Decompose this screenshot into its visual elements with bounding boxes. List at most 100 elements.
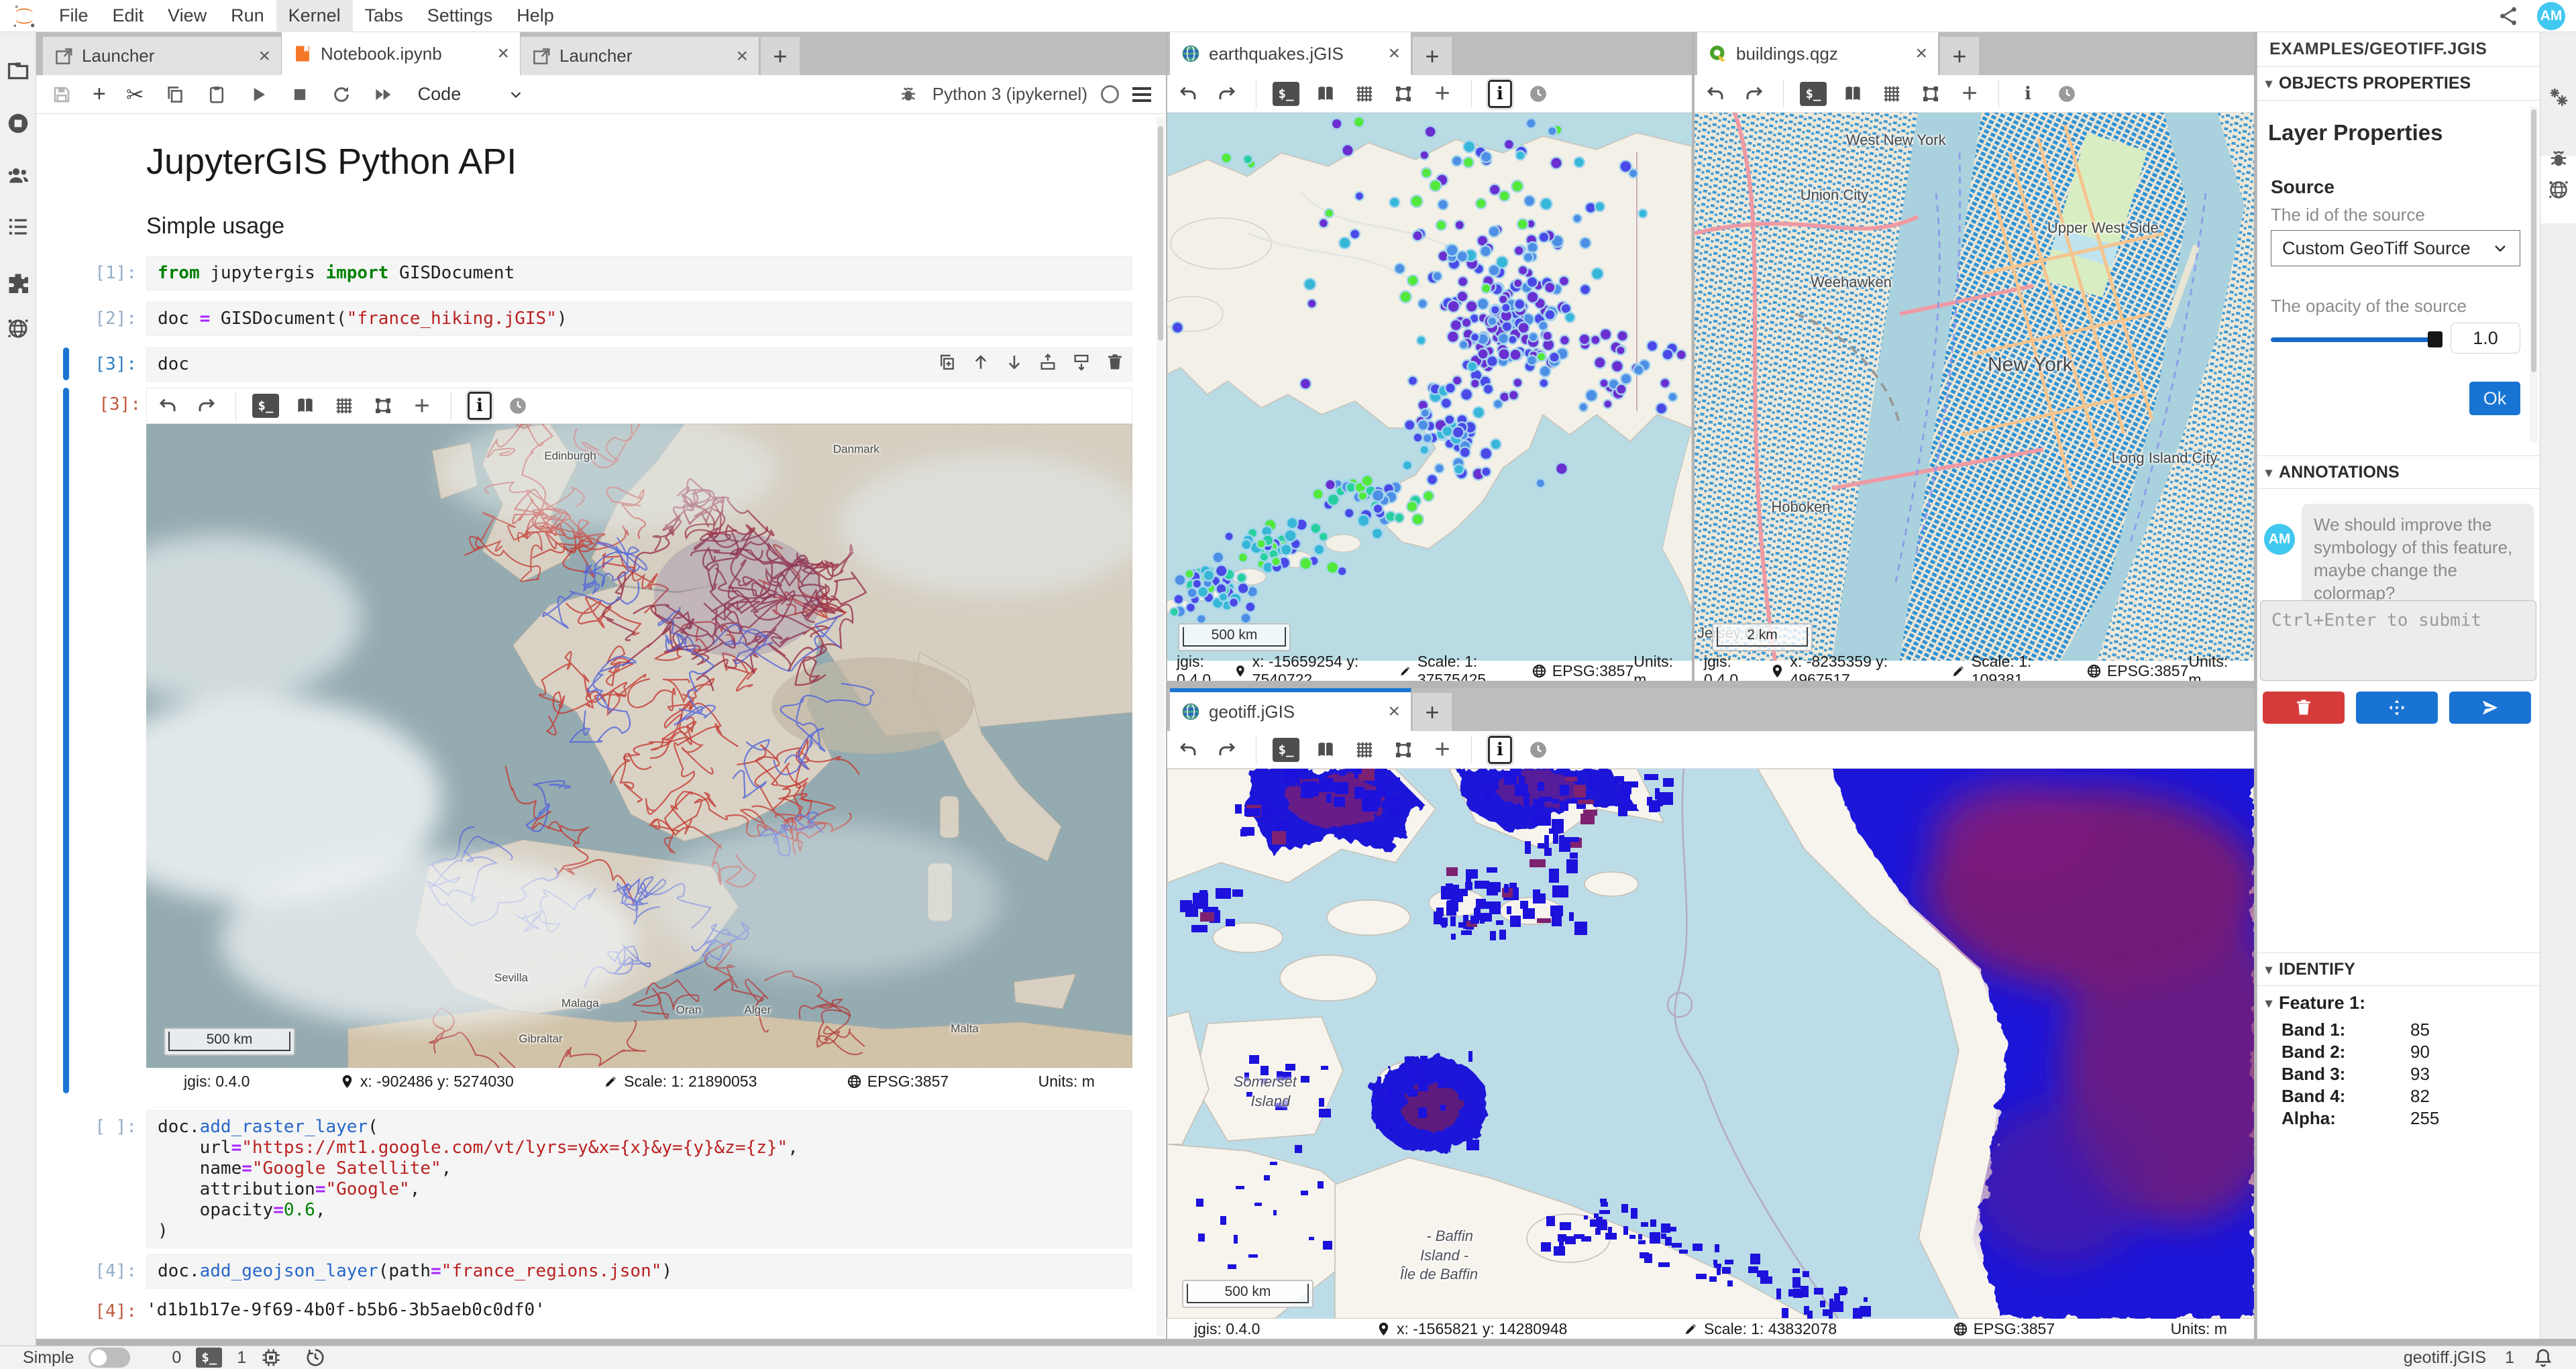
console-icon[interactable]: $_ bbox=[1800, 82, 1827, 106]
temporal-controller-icon[interactable] bbox=[2054, 81, 2080, 107]
code-cell-1[interactable]: [1]: from jupytergis import GISDocument bbox=[67, 256, 1132, 290]
menu-view[interactable]: View bbox=[156, 0, 219, 32]
close-icon[interactable]: × bbox=[736, 46, 748, 66]
kernels-count[interactable]: 1 bbox=[237, 1348, 246, 1368]
extent-icon[interactable] bbox=[1391, 81, 1416, 107]
undo-icon[interactable] bbox=[1703, 81, 1728, 107]
avatar[interactable]: AM bbox=[2537, 2, 2565, 30]
undo-icon[interactable] bbox=[1175, 737, 1201, 763]
identify-icon[interactable]: i bbox=[1488, 80, 1512, 108]
close-icon[interactable]: × bbox=[497, 44, 509, 64]
property-inspector-icon[interactable] bbox=[2547, 86, 2570, 109]
restart-kernel-icon[interactable] bbox=[331, 84, 352, 105]
simple-mode-toggle[interactable] bbox=[89, 1348, 130, 1368]
ok-button[interactable]: Ok bbox=[2469, 382, 2520, 415]
menu-help[interactable]: Help bbox=[504, 0, 566, 32]
menu-edit[interactable]: Edit bbox=[101, 0, 156, 32]
code-cell-3[interactable]: [3]: doc bbox=[67, 347, 1132, 382]
close-icon[interactable]: × bbox=[258, 46, 270, 66]
share-icon[interactable] bbox=[2497, 5, 2520, 28]
restart-run-all-icon[interactable] bbox=[372, 84, 394, 105]
close-icon[interactable]: × bbox=[1388, 44, 1400, 64]
move-cell-down-icon[interactable] bbox=[1005, 353, 1024, 372]
paste-cell-icon[interactable] bbox=[206, 84, 227, 105]
center-annotation-button[interactable] bbox=[2356, 692, 2438, 724]
redo-icon[interactable] bbox=[1741, 81, 1767, 107]
properties-scrollbar[interactable] bbox=[2530, 107, 2538, 442]
extensions-icon[interactable] bbox=[6, 271, 30, 295]
basemap-icon[interactable] bbox=[1313, 737, 1338, 763]
grid-layer-icon[interactable] bbox=[1352, 737, 1377, 763]
debugger-icon[interactable] bbox=[898, 84, 919, 105]
tab-launcher-2[interactable]: Launcher × bbox=[521, 37, 759, 75]
menu-settings[interactable]: Settings bbox=[415, 0, 505, 32]
kernel-chip-icon[interactable] bbox=[261, 1348, 281, 1368]
insert-cell-above-icon[interactable] bbox=[1038, 353, 1057, 372]
cell-editor[interactable]: doc.add_raster_layer( url="https://mt1.g… bbox=[146, 1110, 1132, 1248]
earthquakes-map[interactable]: 500 km bbox=[1167, 113, 1692, 661]
file-browser-icon[interactable] bbox=[6, 59, 30, 83]
copy-cell-icon[interactable] bbox=[164, 84, 186, 105]
delete-cell-icon[interactable] bbox=[1106, 353, 1124, 372]
move-cell-up-icon[interactable] bbox=[971, 353, 990, 372]
delete-annotation-button[interactable] bbox=[2263, 692, 2345, 724]
tab-geotiff[interactable]: geotiff.jGIS × bbox=[1170, 688, 1411, 731]
submit-annotation-button[interactable] bbox=[2449, 692, 2531, 724]
jupytergis-panel-icon[interactable] bbox=[2547, 178, 2570, 201]
new-tab-button[interactable]: + bbox=[1413, 693, 1452, 731]
bell-icon[interactable] bbox=[2533, 1348, 2553, 1368]
console-icon[interactable]: $_ bbox=[252, 394, 279, 418]
kernel-name[interactable]: Python 3 (ipykernel) bbox=[932, 84, 1087, 105]
annotations-header[interactable]: ▾ ANNOTATIONS bbox=[2257, 455, 2540, 489]
history-icon[interactable] bbox=[305, 1348, 325, 1368]
grid-layer-icon[interactable] bbox=[331, 393, 357, 419]
cell-editor[interactable]: from jupytergis import GISDocument bbox=[146, 256, 1132, 290]
cell-type-select[interactable]: Code bbox=[418, 84, 525, 105]
identify-icon[interactable]: i bbox=[1488, 736, 1512, 764]
notebook-scrollbar[interactable] bbox=[1157, 117, 1165, 1336]
menu-kernel[interactable]: Kernel bbox=[276, 0, 353, 32]
tab-earthquakes[interactable]: earthquakes.jGIS × bbox=[1170, 32, 1411, 75]
grid-layer-icon[interactable] bbox=[1352, 81, 1377, 107]
menu-tabs[interactable]: Tabs bbox=[353, 0, 415, 32]
close-icon[interactable]: × bbox=[1388, 702, 1400, 722]
source-select[interactable]: Custom GeoTiff Source bbox=[2271, 230, 2520, 266]
cell-editor[interactable]: doc.add_geojson_layer(path="france_regio… bbox=[146, 1254, 1132, 1289]
save-icon[interactable] bbox=[51, 84, 72, 105]
basemap-icon[interactable] bbox=[1313, 81, 1338, 107]
code-cell-5[interactable]: [4]: doc.add_geojson_layer(path="france_… bbox=[67, 1254, 1132, 1289]
console-icon[interactable]: $_ bbox=[1273, 82, 1299, 106]
tab-buildings[interactable]: buildings.qgz × bbox=[1697, 32, 1939, 75]
cut-cell-icon[interactable]: ✂ bbox=[126, 84, 144, 105]
add-layer-icon[interactable]: + bbox=[409, 393, 435, 419]
insert-cell-below-icon[interactable] bbox=[1072, 353, 1091, 372]
new-tab-button[interactable]: + bbox=[1413, 37, 1452, 75]
menu-file[interactable]: File bbox=[47, 0, 101, 32]
new-tab-button[interactable]: + bbox=[761, 37, 800, 75]
slider-thumb[interactable] bbox=[2428, 331, 2443, 347]
code-cell-2[interactable]: [2]: doc = GISDocument("france_hiking.jG… bbox=[67, 302, 1132, 336]
jupytergis-icon[interactable] bbox=[6, 317, 30, 341]
output-collapser[interactable] bbox=[63, 388, 69, 1093]
redo-icon[interactable] bbox=[194, 393, 219, 419]
terminal-badge-icon[interactable]: $_ bbox=[196, 1348, 222, 1368]
undo-icon[interactable] bbox=[1175, 81, 1201, 107]
redo-icon[interactable] bbox=[1214, 81, 1240, 107]
extent-icon[interactable] bbox=[1918, 81, 1943, 107]
objects-properties-header[interactable]: ▾ OBJECTS PROPERTIES bbox=[2257, 67, 2540, 101]
basemap-icon[interactable] bbox=[292, 393, 318, 419]
current-file-label[interactable]: geotiff.jGIS bbox=[2404, 1348, 2486, 1368]
basemap-icon[interactable] bbox=[1840, 81, 1866, 107]
hamburger-menu-icon[interactable] bbox=[1132, 87, 1151, 102]
identify-header[interactable]: ▾ IDENTIFY bbox=[2257, 952, 2540, 986]
terminals-count[interactable]: 0 bbox=[172, 1348, 181, 1368]
temporal-controller-icon[interactable] bbox=[1525, 737, 1551, 763]
redo-icon[interactable] bbox=[1214, 737, 1240, 763]
add-layer-icon[interactable]: + bbox=[1957, 81, 1982, 107]
identify-icon[interactable]: i bbox=[2015, 81, 2041, 107]
temporal-controller-icon[interactable] bbox=[1525, 81, 1551, 107]
interrupt-kernel-icon[interactable] bbox=[289, 84, 311, 105]
running-sessions-icon[interactable] bbox=[6, 111, 30, 135]
buildings-map[interactable]: 2 km West New YorkUnion CityWeehawkenHob… bbox=[1695, 113, 2254, 661]
table-of-contents-icon[interactable] bbox=[6, 215, 30, 239]
